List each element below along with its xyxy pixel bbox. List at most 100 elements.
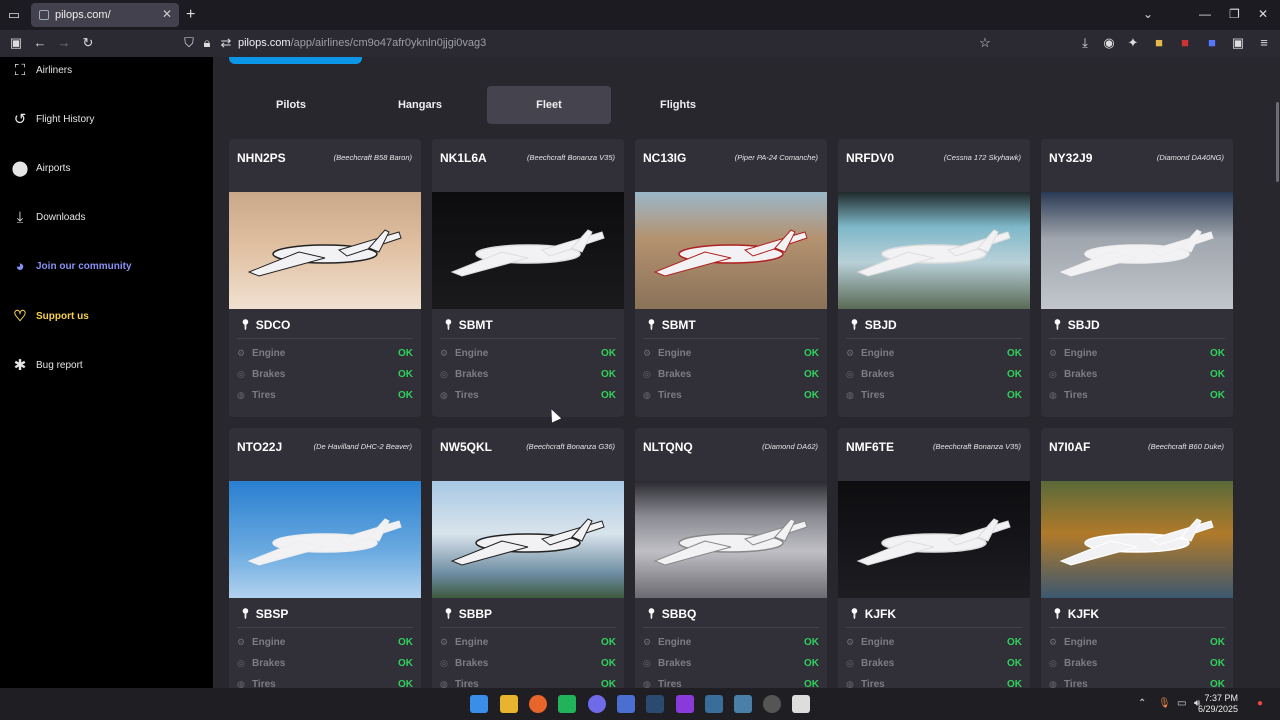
firefox-icon[interactable] xyxy=(529,695,547,713)
divider xyxy=(1049,627,1225,628)
file-explorer-icon[interactable] xyxy=(500,695,518,713)
minimize-icon[interactable]: — xyxy=(1199,7,1211,21)
aircraft-card[interactable]: NW5QKL (Beechcraft Bonanza G36) 📍︎ SBBP … xyxy=(432,428,624,688)
tires-icon: ◍ xyxy=(846,389,854,400)
sidebar-item-downloads[interactable]: ⤓ Downloads xyxy=(10,207,86,227)
browser-nav-bar: ▣ ← → ↻ ⛉ 🔒︎ ⇄ pilops.com/app/airlines/c… xyxy=(0,30,1280,57)
microphone-icon[interactable]: 🎙︎ xyxy=(1158,698,1171,709)
tab-flights[interactable]: Flights xyxy=(616,86,740,124)
aircraft-silhouette xyxy=(856,229,1011,277)
close-window-icon[interactable]: ✕ xyxy=(1258,7,1268,21)
discord-app-icon[interactable] xyxy=(588,695,606,713)
app-green-icon[interactable] xyxy=(558,695,576,713)
aircraft-location: 📍︎ SBJD xyxy=(1051,318,1100,332)
menu-icon[interactable]: ≡ xyxy=(1256,35,1272,50)
extension-3-icon[interactable]: ■ xyxy=(1204,35,1220,50)
engine-icon: ⚙ xyxy=(237,636,246,647)
brakes-status-row: ◎ Brakes OK xyxy=(846,368,1022,380)
location-pin-icon: 📍︎ xyxy=(645,608,658,620)
extensions-icon[interactable]: ✦ xyxy=(1125,35,1141,51)
engine-status-row: ⚙ Engine OK xyxy=(643,636,819,648)
tires-icon: ◍ xyxy=(440,389,448,400)
location-pin-icon: 📍︎ xyxy=(848,319,861,331)
tab-hangars[interactable]: Hangars xyxy=(358,86,482,124)
app-circle-icon[interactable] xyxy=(763,695,781,713)
divider xyxy=(643,627,819,628)
aircraft-card[interactable]: NK1L6A (Beechcraft Bonanza V35) 📍︎ SBMT … xyxy=(432,139,624,417)
clock[interactable]: 7:37 PM 6/29/2025 xyxy=(1198,693,1238,715)
aircraft-location: 📍︎ SDCO xyxy=(239,318,291,332)
sidebar-item-support[interactable]: ♡ Support us xyxy=(10,306,89,326)
sidebar-item-bug-report[interactable]: ✱ Bug report xyxy=(10,355,83,375)
tires-icon: ◍ xyxy=(1049,389,1057,400)
sidebar-item-community[interactable]: ◕ Join our community xyxy=(10,256,131,276)
aircraft-registration: NRFDV0 xyxy=(846,151,895,165)
aircraft-card[interactable]: NRFDV0 (Cessna 172 Skyhawk) 📍︎ SBJD ⚙ En… xyxy=(838,139,1030,417)
flight-sim-icon[interactable] xyxy=(734,695,752,713)
tires-status: OK xyxy=(601,678,616,689)
aircraft-registration: NTO22J xyxy=(237,440,283,454)
tires-icon: ◍ xyxy=(846,678,854,689)
app-doc-icon[interactable] xyxy=(792,695,810,713)
brakes-status: OK xyxy=(1007,368,1022,380)
extension-2-icon[interactable]: ■ xyxy=(1177,35,1193,50)
lock-icon[interactable]: 🔒︎ xyxy=(199,35,215,51)
tires-status: OK xyxy=(804,389,819,401)
steam-icon[interactable] xyxy=(646,695,664,713)
aircraft-card[interactable]: NC13IG (Piper PA-24 Comanche) 📍︎ SBMT ⚙ … xyxy=(635,139,827,417)
chevron-down-icon[interactable]: ⌄ xyxy=(1143,7,1153,21)
aircraft-card[interactable]: NLTQNQ (Diamond DA62) 📍︎ SBBQ ⚙ Engine O… xyxy=(635,428,827,688)
aircraft-card[interactable]: NHN2PS (Beechcraft B58 Baron) 📍︎ SDCO ⚙ … xyxy=(229,139,421,417)
reload-icon[interactable]: ↻ xyxy=(80,35,96,51)
permissions-icon[interactable]: ⇄ xyxy=(218,35,234,51)
back-icon[interactable]: ← xyxy=(32,35,48,50)
aircraft-model: (Piper PA-24 Comanche) xyxy=(734,153,818,162)
download-icon: ⤓ xyxy=(16,208,24,226)
aircraft-card[interactable]: NTO22J (De Havilland DHC-2 Beaver) 📍︎ SB… xyxy=(229,428,421,688)
notification-icon[interactable]: ● xyxy=(1257,698,1263,709)
start-icon[interactable] xyxy=(470,695,488,713)
scrollbar-thumb[interactable] xyxy=(1276,102,1279,182)
sidebar-item-airports[interactable]: ⬤ Airports xyxy=(10,158,71,178)
app-blue-icon[interactable] xyxy=(617,695,635,713)
scrollbar[interactable] xyxy=(1275,57,1280,688)
extension-1-icon[interactable]: ■ xyxy=(1151,35,1167,50)
close-tab-icon[interactable]: ✕ xyxy=(162,7,172,21)
restore-icon[interactable]: ❐ xyxy=(1229,7,1240,21)
favicon-icon xyxy=(39,10,49,20)
engine-status: OK xyxy=(1210,347,1225,359)
extension-4-icon[interactable]: ▣ xyxy=(1230,35,1246,51)
url-bar[interactable]: pilops.com/app/airlines/cm9o47afr0yknln0… xyxy=(238,37,486,49)
bookmark-star-icon[interactable]: ☆ xyxy=(977,35,993,51)
bug-icon: ✱ xyxy=(13,357,27,374)
aircraft-silhouette xyxy=(653,518,808,566)
sidebar-toggle-icon[interactable]: ▣ xyxy=(8,35,24,51)
tab-list-icon[interactable]: ▭ xyxy=(0,0,28,30)
tray-chevron-icon[interactable]: ⌃ xyxy=(1138,698,1146,709)
downloads-icon[interactable]: ⤓ xyxy=(1077,35,1093,51)
aircraft-photo xyxy=(635,481,827,598)
app-triangle-icon[interactable] xyxy=(705,695,723,713)
browser-tab[interactable]: pilops.com/ ✕ xyxy=(31,3,179,27)
new-tab-icon[interactable]: + xyxy=(186,6,195,24)
shield-icon[interactable]: ⛉ xyxy=(181,35,197,51)
aircraft-card[interactable]: NY32J9 (Diamond DA40NG) 📍︎ SBJD ⚙ Engine… xyxy=(1041,139,1233,417)
app-purple-icon[interactable] xyxy=(676,695,694,713)
engine-status-row: ⚙ Engine OK xyxy=(846,636,1022,648)
sidebar-item-flight-history[interactable]: ↺ Flight History xyxy=(10,109,95,129)
aircraft-card[interactable]: NMF6TE (Beechcraft Bonanza V35) 📍︎ KJFK … xyxy=(838,428,1030,688)
account-icon[interactable]: ◉ xyxy=(1101,35,1117,51)
sidebar-item-airliners[interactable]: ⛶ Airliners xyxy=(10,60,72,80)
tab-pilots[interactable]: Pilots xyxy=(229,86,353,124)
network-icon[interactable]: ▭ xyxy=(1177,698,1186,709)
aircraft-location: 📍︎ SBBQ xyxy=(645,607,697,621)
brakes-icon: ◎ xyxy=(1049,657,1057,668)
primary-action-button[interactable] xyxy=(229,57,362,64)
aircraft-silhouette xyxy=(450,518,605,566)
tires-status-row: ◍ Tires OK xyxy=(237,389,413,401)
forward-icon[interactable]: → xyxy=(56,35,72,50)
tab-fleet[interactable]: Fleet xyxy=(487,86,611,124)
aircraft-registration: NC13IG xyxy=(643,151,687,165)
aircraft-card[interactable]: N7I0AF (Beechcraft B60 Duke) 📍︎ KJFK ⚙ E… xyxy=(1041,428,1233,688)
tires-status-row: ◍ Tires OK xyxy=(440,389,616,401)
